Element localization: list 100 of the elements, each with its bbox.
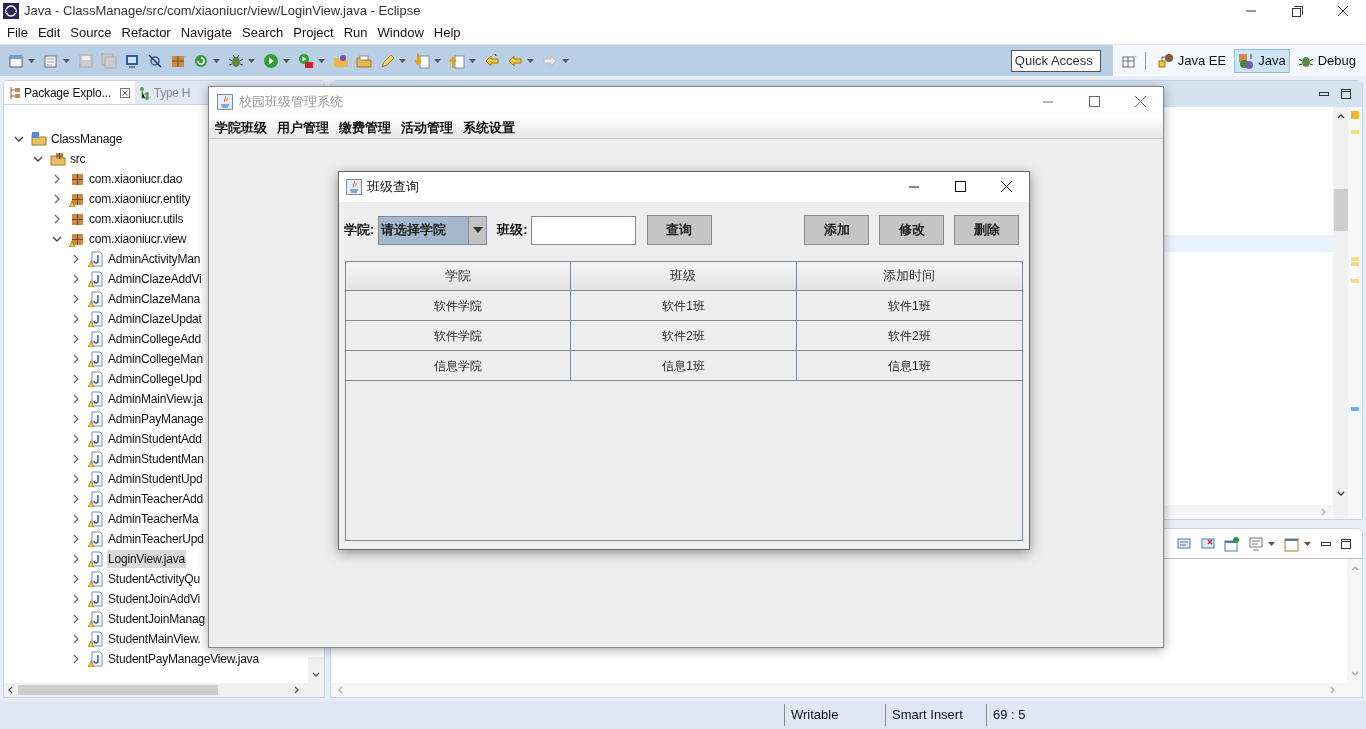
remove-launch-icon[interactable] <box>1200 535 1216 552</box>
dropdown-caret-icon[interactable] <box>561 56 570 65</box>
dropdown-caret-icon[interactable] <box>1267 539 1276 548</box>
menu-item[interactable]: Window <box>372 23 429 43</box>
menu-item[interactable]: Refactor <box>116 23 176 43</box>
menu-item[interactable]: Project <box>288 23 339 43</box>
back-edit-icon[interactable] <box>484 52 500 69</box>
tree-item[interactable]: StudentActivityQu <box>107 570 201 588</box>
tree-item[interactable]: com.xiaoniucr.view <box>88 230 188 248</box>
perspective-button[interactable]: Java EE <box>1153 48 1231 73</box>
scrollbar-thumb[interactable] <box>18 685 218 695</box>
tree-item[interactable]: AdminMainView.ja <box>107 390 204 408</box>
dropdown-arrow-icon[interactable] <box>472 227 483 233</box>
dropdown-caret-icon[interactable] <box>247 56 256 65</box>
menu-item[interactable]: Edit <box>32 23 66 43</box>
tree-item[interactable]: AdminTeacherMa <box>107 510 200 528</box>
table-cell: 信息学院 <box>346 351 572 380</box>
query-button[interactable]: 查询 <box>646 215 712 245</box>
monitor-icon[interactable] <box>124 52 140 69</box>
tree-item[interactable]: AdminActivityMan <box>107 250 202 268</box>
dropdown-caret-icon[interactable] <box>62 56 71 65</box>
action-button[interactable]: 删除 <box>954 215 1019 245</box>
refresh-icon[interactable] <box>193 52 209 69</box>
menu-item[interactable]: File <box>2 23 33 43</box>
open-perspective-icon[interactable] <box>1120 52 1137 69</box>
action-button[interactable]: 修改 <box>879 215 944 245</box>
menu-item[interactable]: Source <box>65 23 117 43</box>
bug-icon[interactable] <box>228 52 244 69</box>
close-icon[interactable] <box>119 87 130 98</box>
tree-item[interactable]: StudentPayManageView.java <box>107 650 260 668</box>
column-header[interactable]: 添加时间 <box>796 262 1022 290</box>
tree-item[interactable]: AdminStudentUpd <box>107 470 204 488</box>
new-file-icon[interactable] <box>8 52 24 69</box>
dropdown-caret-icon[interactable] <box>27 56 36 65</box>
panel-tab[interactable]: Package Explo... <box>4 81 135 104</box>
tree-item[interactable]: AdminStudentAdd <box>107 430 203 448</box>
tree-item[interactable]: com.xiaoniucr.entity <box>88 190 192 208</box>
dropdown-caret-icon[interactable] <box>317 56 326 65</box>
dropdown-caret-icon[interactable] <box>212 56 221 65</box>
run-toolbox-icon[interactable] <box>298 52 314 69</box>
dropdown-caret-icon[interactable] <box>433 56 442 65</box>
tree-item[interactable]: LoginView.java <box>107 550 187 568</box>
new-class-icon[interactable] <box>43 52 59 69</box>
menu-item[interactable]: Run <box>338 23 373 43</box>
tree-item[interactable]: AdminTeacherUpd <box>107 530 205 548</box>
vertical-scrollbar[interactable] <box>1333 107 1348 519</box>
tree-item[interactable]: AdminTeacherAdd <box>107 490 205 508</box>
tree-item[interactable]: StudentJoinManag <box>107 610 206 628</box>
maximize-icon[interactable] <box>1340 88 1352 100</box>
open-folder-icon[interactable] <box>333 52 349 69</box>
crossed-link-icon[interactable] <box>147 52 163 69</box>
field-label: 学院: <box>344 221 375 240</box>
java-cup-icon <box>346 179 362 195</box>
tree-item[interactable]: ClassManage <box>50 130 124 148</box>
maximize-icon[interactable] <box>1340 537 1352 550</box>
menu-item[interactable]: Help <box>428 23 466 43</box>
class-input-field[interactable] <box>530 215 636 245</box>
horizontal-scrollbar[interactable] <box>4 683 324 697</box>
tree-item[interactable]: com.xiaoniucr.utils <box>88 210 185 228</box>
hierarchy-icon <box>138 85 151 100</box>
dropdown-caret-icon[interactable] <box>1303 539 1312 548</box>
dropdown-caret-icon[interactable] <box>526 56 535 65</box>
package-grid-icon[interactable] <box>170 52 186 69</box>
column-header[interactable]: 班级 <box>571 262 797 290</box>
tree-item[interactable]: AdminClazeAddVi <box>107 270 203 288</box>
menu-item[interactable]: Navigate <box>175 23 237 43</box>
perspective-button[interactable]: Debug <box>1293 48 1360 73</box>
run-icon[interactable] <box>263 52 279 69</box>
menu-item[interactable]: 缴费管理 <box>334 117 396 138</box>
menu-item[interactable]: 活动管理 <box>396 117 458 138</box>
perspective-button[interactable]: Java <box>1234 48 1290 73</box>
scrollbar-thumb[interactable] <box>1333 189 1348 231</box>
menu-item[interactable]: Search <box>237 23 289 43</box>
column-header[interactable]: 学院 <box>346 262 572 290</box>
tree-item[interactable]: AdminPayManage <box>107 410 205 428</box>
action-button[interactable]: 添加 <box>804 215 869 245</box>
tree-item[interactable]: com.xiaoniucr.dao <box>88 170 184 188</box>
java-cup-icon <box>217 94 233 110</box>
tree-item[interactable]: AdminCollegeUpd <box>107 370 203 388</box>
tree-item[interactable]: AdminClazeMana <box>107 290 201 308</box>
tree-item[interactable]: StudentJoinAddVi <box>107 590 201 608</box>
new-console-icon[interactable] <box>1284 535 1300 552</box>
menu-item[interactable]: 用户管理 <box>272 117 334 138</box>
tree-item[interactable]: AdminCollegeAdd <box>107 330 203 348</box>
tree-item[interactable]: StudentMainView. <box>107 630 202 648</box>
folder-icon[interactable] <box>356 52 372 69</box>
pin-icon[interactable] <box>1224 535 1240 552</box>
tree-item[interactable]: AdminClazeUpdat <box>107 310 203 328</box>
vertical-scrollbar[interactable] <box>308 657 324 683</box>
dropdown-caret-icon[interactable] <box>468 56 477 65</box>
quick-access-field[interactable]: Quick Access <box>1010 49 1101 72</box>
dropdown-caret-icon[interactable] <box>398 56 407 65</box>
pen-icon[interactable] <box>379 52 395 69</box>
tree-item[interactable]: AdminCollegeMan <box>107 350 205 368</box>
tree-item[interactable]: src <box>69 150 87 168</box>
menu-item[interactable]: 学院班级 <box>210 117 272 138</box>
menu-item[interactable]: 系统设置 <box>458 117 520 138</box>
tree-item[interactable]: AdminStudentMan <box>107 450 205 468</box>
dropdown-caret-icon[interactable] <box>282 56 291 65</box>
college-dropdown[interactable]: 请选择学院 <box>378 215 488 245</box>
